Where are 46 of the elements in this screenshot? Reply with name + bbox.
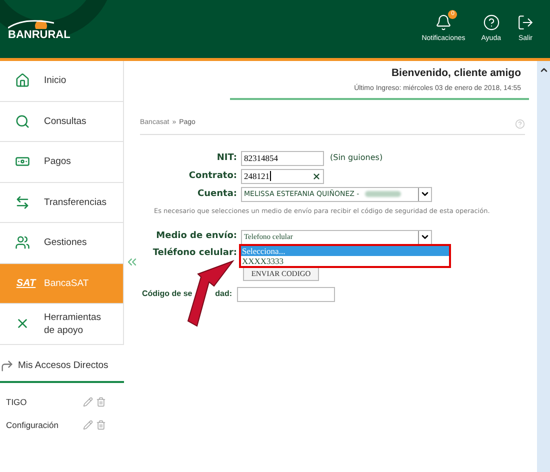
people-icon [14,235,30,250]
scrollbar[interactable] [537,61,550,472]
nit-field[interactable]: 82314854 [241,150,324,166]
field-label-end: dad: [215,288,232,300]
help-icon [482,14,500,31]
nit-hint: (Sin guiones) [330,152,383,164]
sidebar-label: Inicio [44,74,68,88]
trash-icon[interactable] [96,420,106,430]
exit-icon [517,14,534,31]
contract-field[interactable]: 248121 [241,168,324,184]
search-icon [14,114,30,129]
security-code-field[interactable] [237,286,335,302]
home-icon [14,73,30,88]
field-label: Medio de envío: [155,230,237,244]
field-label: Teléfono celular: [152,246,237,260]
field-label: Contrato: [188,170,237,182]
edit-icon[interactable] [83,397,93,408]
shortcut-link[interactable]: TIGO [6,396,27,409]
shortcuts-title: Mis Accesos Directos [18,358,108,372]
edit-icon[interactable] [83,420,93,430]
logo-text: BANRURAL [8,29,70,41]
sidebar-label: Herramientas de apoyo [44,310,102,337]
dropdown-option[interactable]: XXXX3333 [241,256,449,266]
shortcut-arrow-icon [0,358,14,373]
field-label: NIT: [216,152,237,164]
shortcut-link[interactable]: Configuración [6,418,58,432]
trash-icon[interactable] [96,397,106,408]
sun-icon [8,17,54,29]
bell-icon [434,14,452,31]
redacted-mark [365,191,402,198]
sidebar-label: BancaSAT [44,276,90,290]
sidebar-item[interactable]: Consultas [0,102,123,142]
welcome-title: Bienvenido, cliente amigo [391,66,521,81]
bancasat-logo: SAT [16,276,36,291]
dropdown-icon [420,232,430,242]
clear-icon[interactable] [312,172,321,181]
transfer-icon [14,194,30,210]
field-label-start: Código de se [142,288,192,300]
sidebar-label: Gestiones [44,236,88,250]
sidebar-label: Pagos [44,155,72,168]
sidebar-item[interactable]: Transferencias [0,182,123,223]
sidebar-label: Consultas [44,114,88,128]
sidebar-label: Transferencias [44,196,108,209]
help-icon[interactable] [515,118,525,128]
field-label: Cuenta: [196,188,237,200]
scroll-up-icon[interactable] [538,65,548,75]
